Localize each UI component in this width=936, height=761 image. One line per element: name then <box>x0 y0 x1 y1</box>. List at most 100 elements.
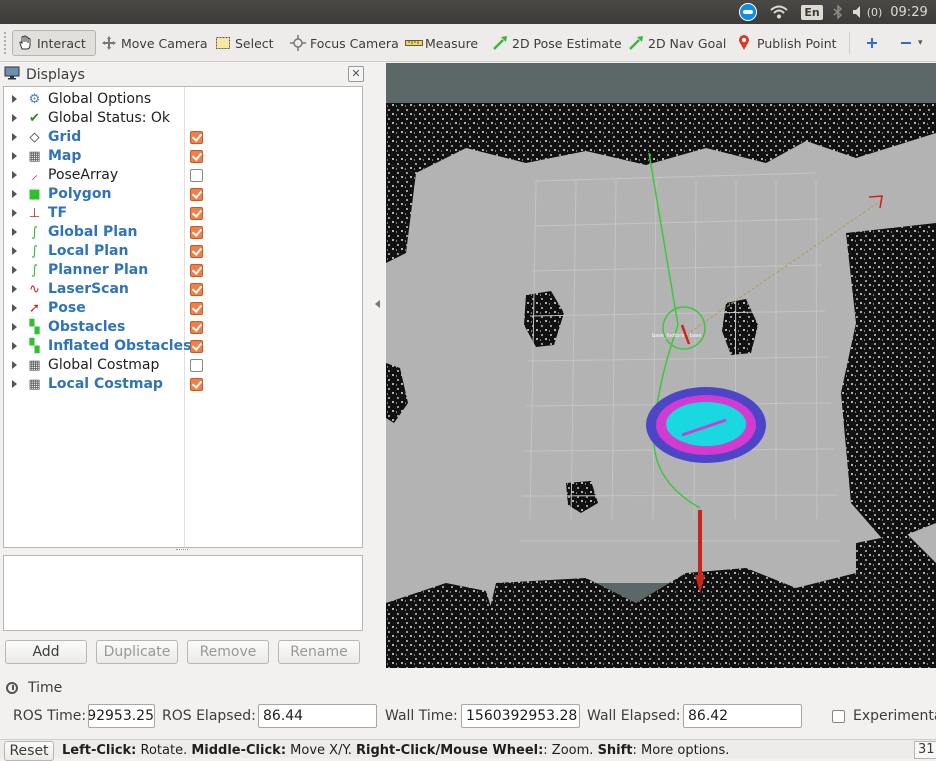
expand-arrow-icon[interactable] <box>12 247 17 255</box>
display-item-global-costmap[interactable]: ▦ Global Costmap <box>4 356 362 375</box>
tool-focus-camera[interactable]: Focus Camera <box>290 30 399 56</box>
move-camera-icon <box>101 35 117 51</box>
map-icon: ▦ <box>28 149 41 164</box>
display-item-local-costmap[interactable]: ▦ Local Costmap <box>4 375 362 394</box>
grid-cells-icon: ▚ <box>29 320 40 335</box>
teamviewer-icon[interactable] <box>737 0 759 24</box>
hint-key: Shift <box>597 743 633 758</box>
display-item-local-plan[interactable]: ∫ Local Plan <box>4 242 362 261</box>
wall-elapsed-field[interactable]: 86.42 <box>683 704 802 728</box>
expand-arrow-icon[interactable] <box>12 342 17 350</box>
tool-label: Move Camera <box>121 35 208 51</box>
collapse-panel-handle[interactable] <box>375 300 380 308</box>
display-item-label: Global Status: Ok <box>48 110 171 126</box>
experimental-checkbox[interactable] <box>832 710 845 723</box>
expand-arrow-icon[interactable] <box>12 152 17 160</box>
polygon-icon: ■ <box>28 187 41 202</box>
expand-arrow-icon[interactable] <box>12 228 17 236</box>
path-icon: ∫ <box>31 263 38 278</box>
tool-label: Measure <box>425 35 479 51</box>
display-enabled-checkbox[interactable] <box>190 359 203 372</box>
tool-move-camera[interactable]: Move Camera <box>101 30 208 56</box>
display-item-laserscan[interactable]: ∿ LaserScan <box>4 280 362 299</box>
tool-select[interactable]: Select <box>215 30 274 56</box>
map-obstacles-bottom <box>476 568 936 668</box>
volume-icon <box>852 6 860 18</box>
display-enabled-checkbox[interactable] <box>190 302 203 315</box>
tool-2d-nav-goal[interactable]: 2D Nav Goal <box>628 30 726 56</box>
display-enabled-checkbox[interactable] <box>190 188 203 201</box>
reset-button[interactable]: Reset <box>4 741 54 761</box>
display-item-posearray[interactable]: ⸝ PoseArray <box>4 166 362 185</box>
expand-arrow-icon[interactable] <box>12 95 17 103</box>
display-enabled-checkbox[interactable] <box>190 207 203 220</box>
displays-header: Displays <box>4 65 362 85</box>
tool-measure[interactable]: Measure <box>405 30 478 56</box>
display-enabled-checkbox[interactable] <box>190 226 203 239</box>
remove-tool-button[interactable]: ▾ <box>898 30 923 56</box>
keyboard-layout-label: En <box>801 4 823 20</box>
expand-arrow-icon[interactable] <box>12 380 17 388</box>
volume-control[interactable]: (0) <box>851 0 883 24</box>
display-enabled-checkbox[interactable] <box>190 378 203 391</box>
checkmark-icon: ✔ <box>29 111 40 126</box>
display-item-obstacles[interactable]: ▚ Obstacles <box>4 318 362 337</box>
tf-axes-icon: ⊥ <box>28 206 41 221</box>
pose-array-icon: ⸝ <box>31 168 38 183</box>
expand-arrow-icon[interactable] <box>12 285 17 293</box>
expand-arrow-icon[interactable] <box>12 361 17 369</box>
display-item-inflated-obstacles[interactable]: ▚ Inflated Obstacles <box>4 337 362 356</box>
bluetooth-icon[interactable] <box>829 0 847 24</box>
display-item-tf[interactable]: ⊥ TF <box>4 204 362 223</box>
display-item-planner-plan[interactable]: ∫ Planner Plan <box>4 261 362 280</box>
close-icon[interactable]: ✕ <box>348 66 364 82</box>
display-enabled-checkbox[interactable] <box>190 245 203 258</box>
tool-publish-point[interactable]: Publish Point <box>737 30 837 56</box>
expand-arrow-icon[interactable] <box>12 266 17 274</box>
display-item-grid[interactable]: ◇ Grid <box>4 128 362 147</box>
tool-label: 2D Nav Goal <box>648 35 727 51</box>
expand-arrow-icon[interactable] <box>12 304 17 312</box>
render-viewport[interactable]: base_footprint base <box>386 63 936 668</box>
map-icon: ▦ <box>28 377 41 392</box>
add-tool-button[interactable] <box>864 30 884 56</box>
expand-arrow-icon[interactable] <box>12 209 17 217</box>
expand-arrow-icon[interactable] <box>12 190 17 198</box>
display-enabled-checkbox[interactable] <box>190 340 203 353</box>
expand-arrow-icon[interactable] <box>12 323 17 331</box>
display-enabled-checkbox[interactable] <box>190 169 203 182</box>
remove-button[interactable]: Remove <box>187 640 269 664</box>
splitter-handle[interactable] <box>176 549 188 554</box>
display-item-pose[interactable]: ➚ Pose <box>4 299 362 318</box>
duplicate-button[interactable]: Duplicate <box>96 640 178 664</box>
tool-interact[interactable]: Interact <box>12 30 96 56</box>
green-arrow-icon <box>628 35 644 51</box>
wall-time-field[interactable]: 1560392953.28 <box>461 704 580 728</box>
plus-icon <box>864 35 880 51</box>
add-button[interactable]: Add <box>5 640 87 664</box>
displays-tree: ⚙ Global Options ✔ Global Status: Ok ◇ Grid ▦ M… <box>3 86 363 548</box>
keyboard-layout-indicator[interactable]: En <box>800 0 824 24</box>
wifi-icon[interactable] <box>767 0 791 24</box>
tool-2d-pose-estimate[interactable]: 2D Pose Estimate <box>492 30 622 56</box>
display-enabled-checkbox[interactable] <box>190 264 203 277</box>
clock[interactable]: 09:29 <box>884 0 934 24</box>
ros-elapsed-field[interactable]: 86.44 <box>258 704 377 728</box>
expand-arrow-icon[interactable] <box>12 171 17 179</box>
display-enabled-checkbox[interactable] <box>190 131 203 144</box>
display-enabled-checkbox[interactable] <box>190 150 203 163</box>
display-item-polygon[interactable]: ■ Polygon <box>4 185 362 204</box>
rename-button[interactable]: Rename <box>278 640 360 664</box>
expand-arrow-icon[interactable] <box>12 133 17 141</box>
tool-label: Focus Camera <box>310 35 399 51</box>
display-enabled-checkbox[interactable] <box>190 321 203 334</box>
display-enabled-checkbox[interactable] <box>190 283 203 296</box>
display-item-map[interactable]: ▦ Map <box>4 147 362 166</box>
expand-arrow-icon[interactable] <box>12 114 17 122</box>
display-item-global-plan[interactable]: ∫ Global Plan <box>4 223 362 242</box>
display-item-global-options[interactable]: ⚙ Global Options <box>4 90 362 109</box>
hint-text: Move X/Y. <box>286 743 357 758</box>
display-item-global-status-ok[interactable]: ✔ Global Status: Ok <box>4 109 362 128</box>
toolbar-grip[interactable] <box>4 32 10 54</box>
ros-time-field[interactable]: 1560392953.25 <box>88 704 155 728</box>
